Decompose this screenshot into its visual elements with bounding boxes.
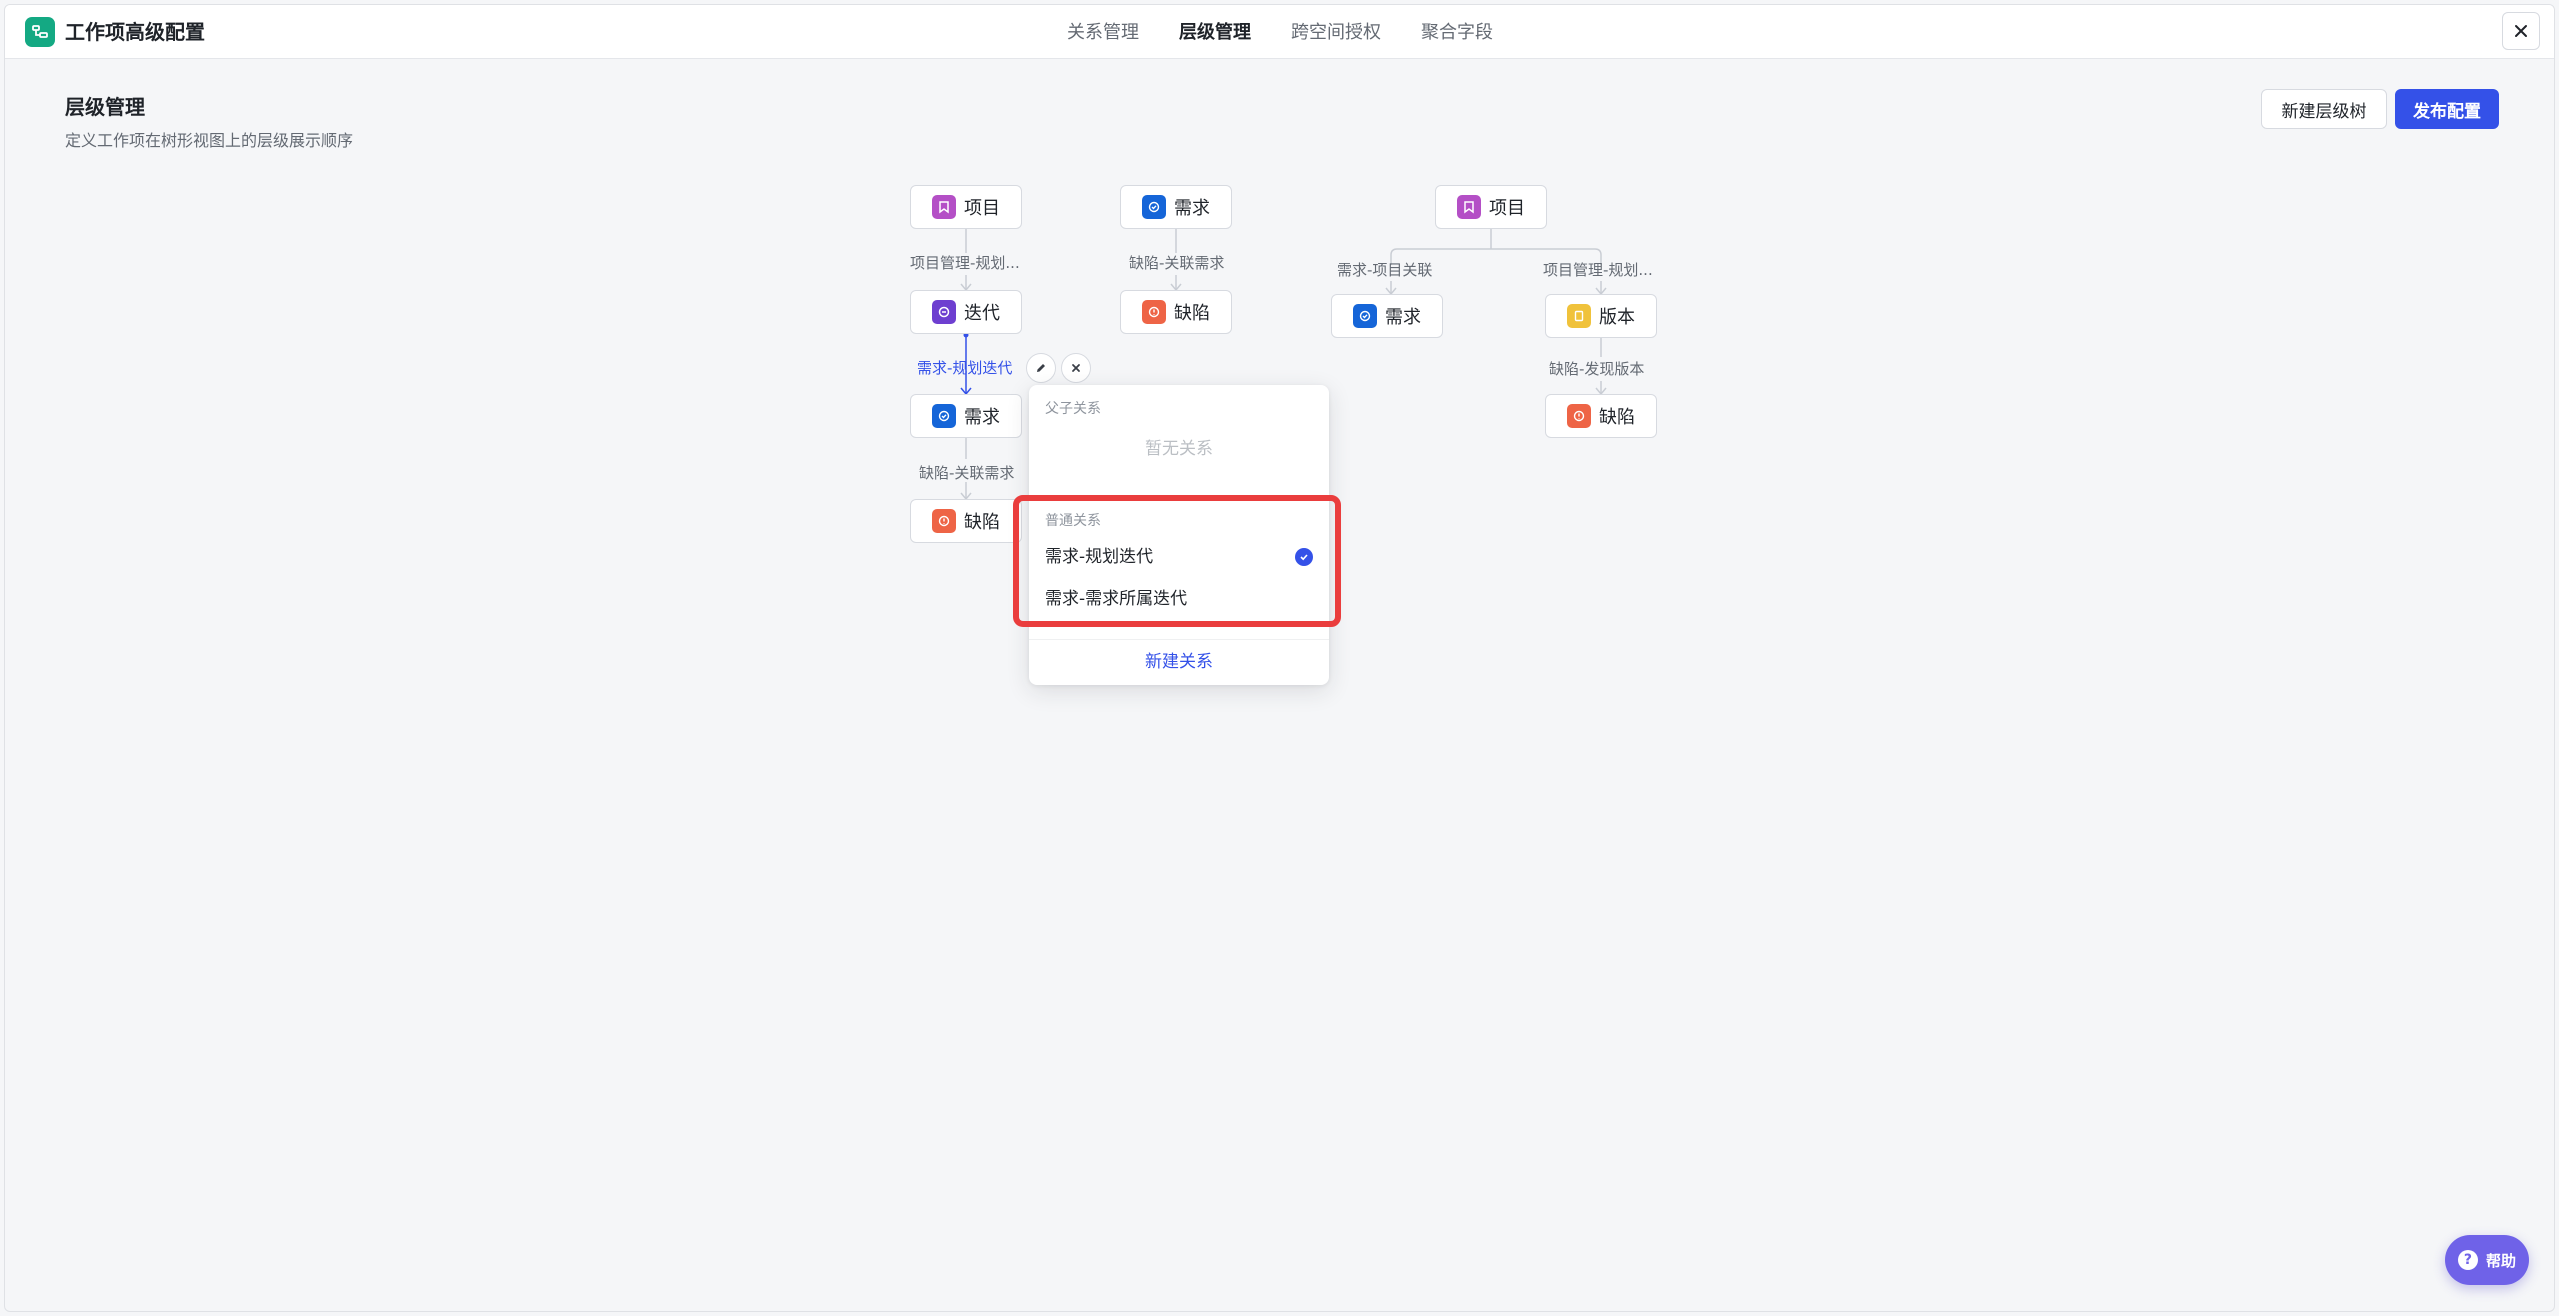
node-label: 版本 — [1599, 307, 1635, 328]
tab-bar: 关系管理 层级管理 跨空间授权 聚合字段 — [1067, 19, 1493, 47]
tree1-node-iteration[interactable]: 迭代 — [910, 290, 1022, 334]
close-icon — [2515, 25, 2527, 37]
node-label: 缺陷 — [1174, 303, 1210, 324]
app-logo-icon — [25, 17, 55, 47]
tree1-node-requirement[interactable]: 需求 — [910, 394, 1022, 438]
node-label: 需求 — [1385, 307, 1421, 328]
alert-circle-icon — [932, 509, 956, 533]
bookmark-icon — [932, 195, 956, 219]
bookmark-icon — [1457, 195, 1481, 219]
question-icon: ? — [2457, 1250, 2478, 1270]
app-title: 工作项高级配置 — [65, 20, 205, 44]
tab-aggregate-fields[interactable]: 聚合字段 — [1421, 19, 1493, 47]
tree1-node-defect[interactable]: 缺陷 — [910, 499, 1022, 543]
node-label: 需求 — [964, 407, 1000, 428]
alert-circle-icon — [1567, 404, 1591, 428]
close-icon — [1072, 364, 1080, 372]
tab-hierarchy[interactable]: 层级管理 — [1179, 19, 1251, 47]
tab-cross-space-auth[interactable]: 跨空间授权 — [1291, 19, 1381, 47]
page-title: 层级管理 — [65, 95, 145, 119]
node-label: 项目 — [1489, 198, 1525, 219]
help-button[interactable]: ? 帮助 — [2445, 1235, 2529, 1285]
new-tree-button[interactable]: 新建层级树 — [2261, 89, 2387, 129]
app-window: 工作项高级配置 关系管理 层级管理 跨空间授权 聚合字段 层级管理 定义工作项在… — [4, 4, 2555, 1312]
empty-state-text: 暂无关系 — [1145, 439, 1213, 459]
tree1-node-project[interactable]: 项目 — [910, 185, 1022, 229]
node-label: 缺陷 — [1599, 407, 1635, 428]
tree3-node-version[interactable]: 版本 — [1545, 294, 1657, 338]
tab-relations[interactable]: 关系管理 — [1067, 19, 1139, 47]
tree2-node-defect[interactable]: 缺陷 — [1120, 290, 1232, 334]
top-bar: 工作项高级配置 关系管理 层级管理 跨空间授权 聚合字段 — [5, 5, 2554, 59]
node-label: 迭代 — [964, 303, 1000, 324]
cycle-icon — [932, 300, 956, 324]
node-label: 缺陷 — [964, 512, 1000, 533]
document-icon — [1567, 304, 1591, 328]
pencil-icon — [1037, 364, 1045, 372]
tree2-edge-label-1[interactable]: 缺陷-关联需求 — [1129, 253, 1224, 273]
tree3-edge-label-3[interactable]: 缺陷-发现版本 — [1549, 359, 1644, 379]
parent-relation-heading: 父子关系 — [1045, 401, 1101, 417]
close-button[interactable] — [2502, 12, 2540, 50]
help-label: 帮助 — [2485, 1251, 2516, 1270]
tree1-edge-label-3[interactable]: 缺陷-关联需求 — [919, 463, 1014, 483]
new-relation-button[interactable]: 新建关系 — [1029, 639, 1329, 685]
check-circle-icon — [1142, 195, 1166, 219]
node-label: 需求 — [1174, 198, 1210, 219]
tree1-edge-label-1[interactable]: 项目管理-规划... — [910, 253, 1020, 273]
node-label: 项目 — [964, 198, 1000, 219]
tree3-node-project[interactable]: 项目 — [1435, 185, 1547, 229]
publish-button[interactable]: 发布配置 — [2395, 89, 2499, 129]
tree2-node-requirement[interactable]: 需求 — [1120, 185, 1232, 229]
check-circle-icon — [1353, 304, 1377, 328]
delete-edge-button[interactable] — [1061, 353, 1091, 383]
tree3-edge-label-1[interactable]: 需求-项目关联 — [1337, 260, 1432, 280]
highlight-box — [1013, 495, 1341, 627]
edit-edge-button[interactable] — [1026, 353, 1056, 383]
page-description: 定义工作项在树形视图上的层级展示顺序 — [65, 131, 354, 150]
check-circle-icon — [932, 404, 956, 428]
tree3-node-defect[interactable]: 缺陷 — [1545, 394, 1657, 438]
tree3-edge-label-2[interactable]: 项目管理-规划... — [1543, 260, 1653, 280]
tree3-node-requirement[interactable]: 需求 — [1331, 294, 1443, 338]
alert-circle-icon — [1142, 300, 1166, 324]
tree1-edge-label-2[interactable]: 需求-规划迭代 — [917, 358, 1012, 378]
